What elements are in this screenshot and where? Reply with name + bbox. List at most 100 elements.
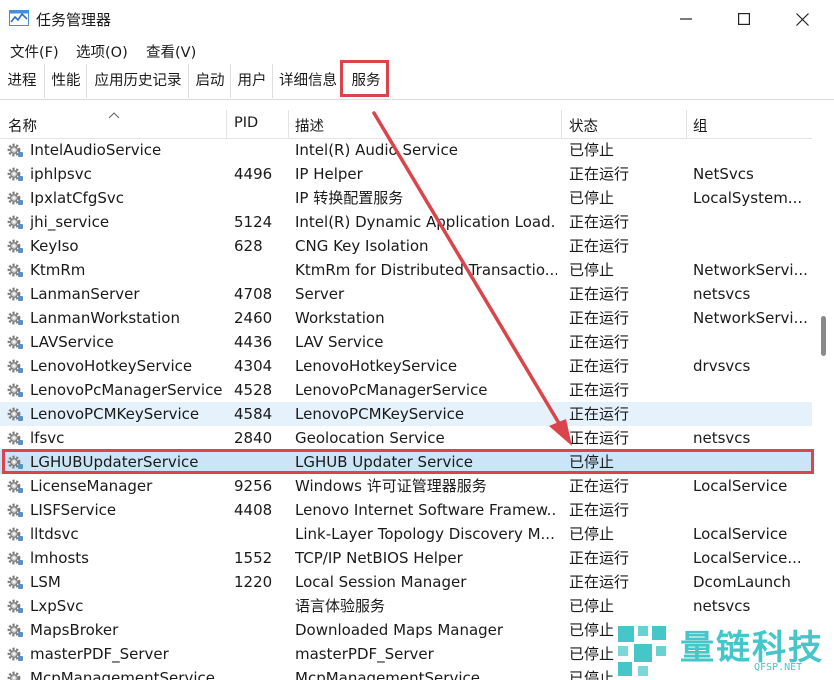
- service-group: LocalService: [693, 525, 788, 543]
- service-group: [693, 138, 809, 162]
- service-name: IpxlatCfgSvc: [30, 189, 124, 207]
- table-row[interactable]: jhi_service 5124 Intel(R) Dynamic Applicat…: [0, 210, 812, 234]
- tab-processes[interactable]: 进程: [0, 64, 44, 98]
- title-bar[interactable]: 任务管理器: [0, 0, 834, 38]
- service-pid: 4496: [234, 165, 273, 183]
- gear-icon: [7, 551, 23, 565]
- table-row[interactable]: lmhosts 1552 TCP/IP NetBIOS Helper 正在运行 Loca…: [0, 546, 812, 570]
- column-status[interactable]: 状态: [569, 115, 598, 136]
- brand-logo-icon: [618, 626, 666, 676]
- table-row[interactable]: LISFService 4408 Lenovo Internet Software …: [0, 498, 812, 522]
- service-group: [693, 234, 809, 258]
- column-divider[interactable]: [686, 110, 687, 138]
- column-divider[interactable]: [226, 110, 227, 138]
- vertical-scrollbar[interactable]: [814, 110, 834, 680]
- service-name: LISFService: [30, 501, 117, 519]
- table-row[interactable]: lfsvc 2840 Geolocation Service 正在运行 netsvcs: [0, 426, 812, 450]
- service-name: masterPDF_Server: [30, 645, 169, 663]
- menu-view[interactable]: 查看(V): [146, 41, 196, 62]
- column-pid[interactable]: PID: [234, 115, 258, 131]
- tab-startup[interactable]: 启动: [188, 64, 231, 98]
- window-title: 任务管理器: [36, 11, 112, 29]
- menu-file[interactable]: 文件(F): [10, 41, 59, 62]
- gear-icon: [7, 383, 23, 397]
- service-description: Geolocation Service: [295, 429, 445, 447]
- menu-options[interactable]: 选项(O): [76, 41, 128, 62]
- service-pid: [234, 450, 290, 474]
- service-pid: [234, 642, 290, 666]
- tab-services[interactable]: 服务: [342, 64, 389, 98]
- service-description: TCP/IP NetBIOS Helper: [295, 549, 463, 567]
- service-pid: 628: [234, 237, 263, 255]
- service-description: Intel(R) Dynamic Application Load...: [295, 213, 557, 231]
- column-divider[interactable]: [288, 110, 289, 138]
- table-row[interactable]: KeyIso 628 CNG Key Isolation 正在运行: [0, 234, 812, 258]
- service-name: jhi_service: [30, 213, 110, 231]
- table-row[interactable]: KtmRm KtmRm for Distributed Transactio...…: [0, 258, 812, 282]
- column-divider[interactable]: [561, 110, 562, 138]
- service-pid: 4304: [234, 357, 273, 375]
- tab-users[interactable]: 用户: [230, 64, 273, 98]
- table-row[interactable]: lltdsvc Link-Layer Topology Discovery M..…: [0, 522, 812, 546]
- service-name: LenovoPcManagerService: [30, 381, 223, 399]
- table-row[interactable]: LicenseManager 9256 Windows 许可证管理器服务 正在运行 Lo…: [0, 474, 812, 498]
- service-pid: [234, 594, 290, 618]
- table-row[interactable]: LGHUBUpdaterService LGHUB Updater Service…: [0, 450, 812, 474]
- service-pid: 2840: [234, 429, 273, 447]
- service-name: lltdsvc: [30, 525, 79, 543]
- table-row[interactable]: LenovoHotkeyService 4304 LenovoHotkeyServi…: [0, 354, 812, 378]
- gear-icon: [7, 359, 23, 373]
- column-description[interactable]: 描述: [295, 115, 324, 136]
- table-row[interactable]: LenovoPcManagerService 4528 LenovoPcManage…: [0, 378, 812, 402]
- column-name[interactable]: 名称: [8, 115, 37, 136]
- table-row[interactable]: IpxlatCfgSvc IP 转换配置服务 已停止 LocalSystem...: [0, 186, 812, 210]
- task-manager-icon: [9, 10, 29, 26]
- service-status: 已停止: [569, 141, 615, 159]
- table-row[interactable]: LSM 1220 Local Session Manager 正在运行 DcomLaun…: [0, 570, 812, 594]
- gear-icon: [7, 335, 23, 349]
- gear-icon: [7, 575, 23, 589]
- table-row[interactable]: LanmanServer 4708 Server 正在运行 netsvcs: [0, 282, 812, 306]
- close-button[interactable]: [773, 0, 831, 38]
- gear-icon: [7, 167, 23, 181]
- tab-details[interactable]: 详细信息: [272, 64, 343, 98]
- service-description: Lenovo Internet Software Framew...: [295, 501, 557, 519]
- service-group: [693, 402, 809, 426]
- minimize-button[interactable]: [657, 0, 715, 38]
- gear-icon: [7, 455, 23, 469]
- service-description: Server: [295, 285, 345, 303]
- service-name: MapsBroker: [30, 621, 119, 639]
- gear-icon: [7, 647, 23, 661]
- service-status: 正在运行: [569, 309, 630, 327]
- service-description: McpManagementService: [295, 669, 480, 680]
- sort-ascending-icon: [108, 112, 120, 119]
- service-name: lmhosts: [30, 549, 89, 567]
- watermark: 量链科技 QFSP.NET: [614, 620, 834, 680]
- service-description: Local Session Manager: [295, 573, 467, 591]
- table-row[interactable]: LAVService 4436 LAV Service 正在运行: [0, 330, 812, 354]
- maximize-button[interactable]: [715, 0, 773, 38]
- service-description: LAV Service: [295, 333, 384, 351]
- service-pid: [234, 666, 290, 680]
- service-name: KeyIso: [30, 237, 79, 255]
- service-status: 正在运行: [569, 549, 630, 567]
- table-row[interactable]: LanmanWorkstation 2460 Workstation 正在运行 Netw…: [0, 306, 812, 330]
- table-row[interactable]: IntelAudioService Intel(R) Audio Service 已…: [0, 138, 812, 162]
- tab-performance[interactable]: 性能: [44, 64, 87, 98]
- scrollbar-thumb[interactable]: [821, 316, 826, 356]
- table-row[interactable]: LxpSvc 语言体验服务 已停止 netsvcs: [0, 594, 812, 618]
- service-status: 正在运行: [569, 381, 630, 399]
- tab-app-history[interactable]: 应用历史记录: [86, 64, 189, 98]
- service-name: lfsvc: [30, 429, 65, 447]
- column-group[interactable]: 组: [693, 115, 708, 136]
- minimize-icon: [680, 18, 692, 20]
- services-list[interactable]: IntelAudioService Intel(R) Audio Service 已…: [0, 138, 812, 680]
- service-name: LenovoHotkeyService: [30, 357, 193, 375]
- service-name: LxpSvc: [30, 597, 84, 615]
- service-group: LocalService...: [693, 549, 802, 567]
- service-name: LAVService: [30, 333, 114, 351]
- table-row[interactable]: iphlpsvc 4496 IP Helper 正在运行 NetSvcs: [0, 162, 812, 186]
- table-row[interactable]: LenovoPCMKeyService 4584 LenovoPCMKeyServi…: [0, 402, 812, 426]
- service-description: LenovoPCMKeyService: [295, 405, 465, 423]
- service-pid: 2460: [234, 309, 273, 327]
